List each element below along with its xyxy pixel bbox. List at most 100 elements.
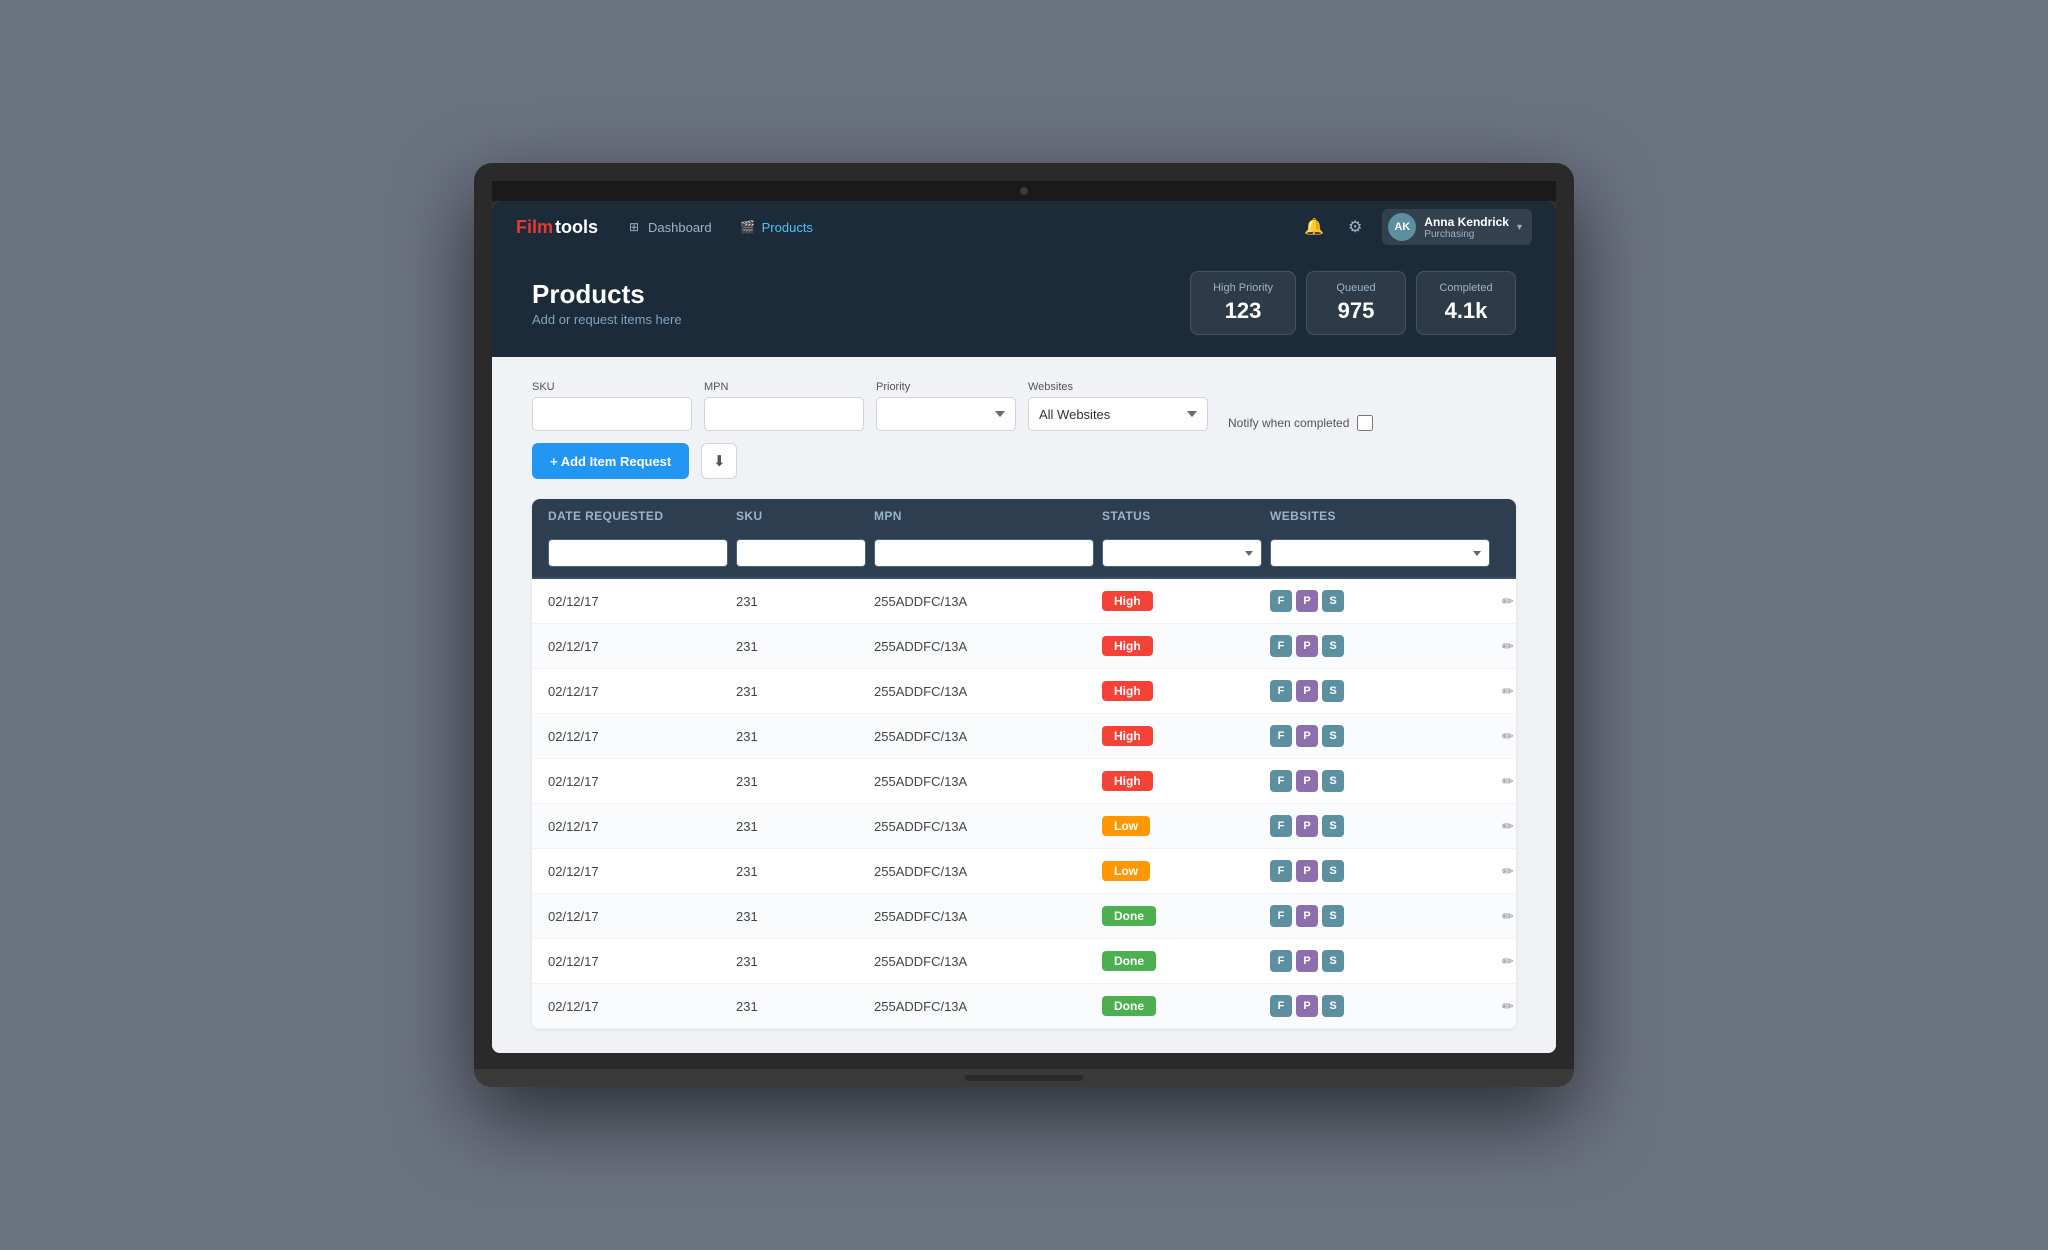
- cell-mpn: 255ADDFC/13A: [874, 909, 1094, 924]
- nav-dashboard-label: Dashboard: [648, 220, 712, 235]
- edit-button[interactable]: ✏: [1498, 906, 1516, 927]
- cell-sku: 231: [736, 864, 866, 879]
- settings-icon-btn[interactable]: ⚙: [1344, 213, 1366, 241]
- stat-queued-value: 975: [1329, 298, 1383, 324]
- cell-mpn: 255ADDFC/13A: [874, 999, 1094, 1014]
- stat-high-priority-value: 123: [1213, 298, 1273, 324]
- sku-input[interactable]: [532, 397, 692, 431]
- website-badge-f: F: [1270, 950, 1292, 972]
- website-badge-p: P: [1296, 995, 1318, 1017]
- cell-sku: 231: [736, 639, 866, 654]
- cell-actions: ✏ 🔗 ✔: [1498, 634, 1516, 658]
- website-badges: FPS: [1270, 950, 1490, 972]
- website-badge-p: P: [1296, 725, 1318, 747]
- cell-date: 02/12/17: [548, 774, 728, 789]
- website-badges: FPS: [1270, 770, 1490, 792]
- edit-button[interactable]: ✏: [1498, 681, 1516, 702]
- chevron-down-icon: ▾: [1517, 222, 1522, 233]
- nav-products-label: Products: [762, 220, 813, 235]
- page-title-area: Products Add or request items here: [532, 279, 682, 327]
- mpn-filter-group: MPN: [704, 381, 864, 431]
- edit-button[interactable]: ✏: [1498, 591, 1516, 612]
- cell-status: High: [1102, 771, 1262, 791]
- nav-dashboard[interactable]: ⊞ Dashboard: [622, 213, 716, 241]
- content-area: SKU MPN Priority High Low Done: [492, 357, 1556, 1053]
- edit-button[interactable]: ✏: [1498, 771, 1516, 792]
- status-badge: High: [1102, 681, 1153, 701]
- cell-websites: FPS: [1270, 905, 1490, 927]
- website-badge-s: S: [1322, 815, 1344, 837]
- user-menu[interactable]: AK Anna Kendrick Purchasing ▾: [1382, 209, 1532, 245]
- table-row: 02/12/17 231 255ADDFC/13A Done FPS ✏ 🔗 ✔: [532, 984, 1516, 1029]
- website-badges: FPS: [1270, 590, 1490, 612]
- add-item-request-button[interactable]: + Add Item Request: [532, 443, 689, 479]
- cell-websites: FPS: [1270, 590, 1490, 612]
- table-row: 02/12/17 231 255ADDFC/13A Low FPS ✏ 🔗 ✔: [532, 849, 1516, 894]
- website-badge-p: P: [1296, 680, 1318, 702]
- notify-checkbox[interactable]: [1357, 415, 1373, 431]
- stat-high-priority-label: High Priority: [1213, 282, 1273, 294]
- website-badge-p: P: [1296, 860, 1318, 882]
- export-button[interactable]: ⬇: [701, 443, 737, 479]
- edit-button[interactable]: ✏: [1498, 636, 1516, 657]
- cell-sku: 231: [736, 729, 866, 744]
- dashboard-icon: ⊞: [626, 219, 642, 235]
- website-badge-f: F: [1270, 635, 1292, 657]
- website-badge-f: F: [1270, 725, 1292, 747]
- cell-websites: FPS: [1270, 950, 1490, 972]
- logo-tools: tools: [555, 217, 598, 238]
- stat-completed-value: 4.1k: [1439, 298, 1493, 324]
- notify-label: Notify when completed: [1228, 416, 1349, 430]
- website-badge-s: S: [1322, 995, 1344, 1017]
- cell-mpn: 255ADDFC/13A: [874, 954, 1094, 969]
- logo-film: Film: [516, 217, 553, 238]
- table-websites-filter[interactable]: [1270, 539, 1490, 567]
- notification-icon-btn[interactable]: 🔔: [1300, 213, 1328, 241]
- cell-mpn: 255ADDFC/13A: [874, 864, 1094, 879]
- table-row: 02/12/17 231 255ADDFC/13A Done FPS ✏ 🔗 ✔: [532, 939, 1516, 984]
- website-badge-s: S: [1322, 590, 1344, 612]
- website-badge-s: S: [1322, 725, 1344, 747]
- websites-filter-group: Websites All Websites: [1028, 381, 1208, 431]
- cell-status: Done: [1102, 996, 1262, 1016]
- table-row: 02/12/17 231 255ADDFC/13A Low FPS ✏ 🔗 ✔: [532, 804, 1516, 849]
- website-badge-p: P: [1296, 770, 1318, 792]
- cell-actions: ✏ 🔗 ✔: [1498, 724, 1516, 748]
- status-badge: Done: [1102, 951, 1156, 971]
- cell-date: 02/12/17: [548, 864, 728, 879]
- cell-date: 02/12/17: [548, 909, 728, 924]
- products-table: Date requested SKU MPN Status Websites H…: [532, 499, 1516, 1029]
- cell-status: High: [1102, 681, 1262, 701]
- priority-select[interactable]: High Low Done: [876, 397, 1016, 431]
- website-badges: FPS: [1270, 860, 1490, 882]
- cell-status: High: [1102, 726, 1262, 746]
- edit-button[interactable]: ✏: [1498, 861, 1516, 882]
- table-date-filter[interactable]: [548, 539, 728, 567]
- cell-websites: FPS: [1270, 860, 1490, 882]
- table-status-filter[interactable]: High Low Done: [1102, 539, 1262, 567]
- page-title: Products: [532, 279, 682, 310]
- nav-products[interactable]: 🎬 Products: [736, 213, 817, 241]
- table-mpn-filter[interactable]: [874, 539, 1094, 567]
- export-icon: ⬇: [713, 452, 726, 470]
- th-websites: Websites: [1270, 509, 1490, 523]
- edit-button[interactable]: ✏: [1498, 726, 1516, 747]
- user-info: Anna Kendrick Purchasing: [1424, 215, 1509, 240]
- cell-actions: ✏ 🔗 ✔: [1498, 904, 1516, 928]
- cell-websites: FPS: [1270, 635, 1490, 657]
- avatar: AK: [1388, 213, 1416, 241]
- cell-status: Low: [1102, 861, 1262, 881]
- edit-button[interactable]: ✏: [1498, 816, 1516, 837]
- edit-button[interactable]: ✏: [1498, 996, 1516, 1017]
- cell-date: 02/12/17: [548, 819, 728, 834]
- table-row: 02/12/17 231 255ADDFC/13A Done FPS ✏ 🔗 ✔: [532, 894, 1516, 939]
- cell-sku: 231: [736, 684, 866, 699]
- priority-filter-group: Priority High Low Done: [876, 381, 1016, 431]
- cell-actions: ✏ 🔗 ✔: [1498, 589, 1516, 613]
- stat-queued: Queued 975: [1306, 271, 1406, 335]
- websites-select[interactable]: All Websites: [1028, 397, 1208, 431]
- table-sku-filter[interactable]: [736, 539, 866, 567]
- website-badge-f: F: [1270, 995, 1292, 1017]
- mpn-input[interactable]: [704, 397, 864, 431]
- edit-button[interactable]: ✏: [1498, 951, 1516, 972]
